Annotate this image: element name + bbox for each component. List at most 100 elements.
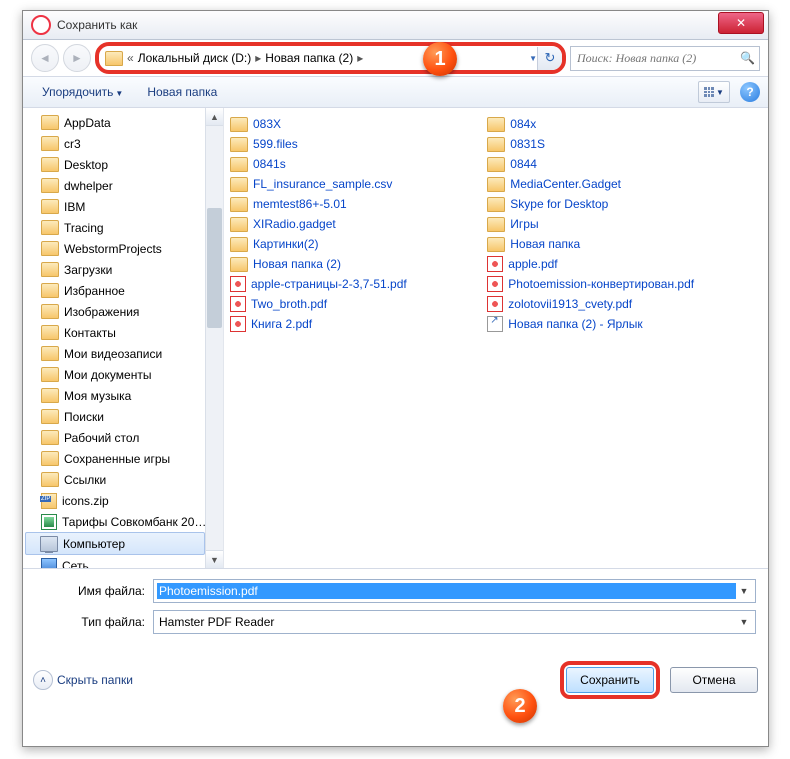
file-item[interactable]: Two_broth.pdf	[228, 294, 485, 314]
breadcrumb-seg-disk[interactable]: Локальный диск (D:)	[138, 51, 252, 65]
file-label[interactable]: Photoemission-конвертирован.pdf	[508, 277, 694, 291]
file-item[interactable]: 599.files	[228, 134, 485, 154]
tree-item[interactable]: Поиски	[23, 406, 223, 427]
file-label[interactable]: Skype for Desktop	[510, 197, 608, 211]
tree-item[interactable]: Загрузки	[23, 259, 223, 280]
organize-button[interactable]: Упорядочить▼	[31, 81, 134, 103]
chevron-down-icon[interactable]: ▼	[736, 617, 752, 627]
file-item[interactable]: 0841s	[228, 154, 485, 174]
file-label[interactable]: FL_insurance_sample.csv	[253, 177, 392, 191]
tree-item[interactable]: Контакты	[23, 322, 223, 343]
chevron-down-icon[interactable]: ▼	[736, 586, 752, 596]
file-label[interactable]: Новая папка	[510, 237, 580, 251]
file-item[interactable]: Книга 2.pdf	[228, 314, 485, 334]
breadcrumb[interactable]: « Локальный диск (D:) ▸ Новая папка (2) …	[99, 51, 525, 66]
close-button[interactable]: ✕	[718, 12, 764, 34]
file-label[interactable]: Картинки(2)	[253, 237, 319, 251]
search-box[interactable]: 🔍	[570, 46, 760, 71]
tree-item[interactable]: Избранное	[23, 280, 223, 301]
tree-scrollbar[interactable]: ▲ ▼	[205, 108, 223, 568]
tree-item[interactable]: Мои документы	[23, 364, 223, 385]
search-icon[interactable]: 🔍	[740, 51, 755, 65]
tree-item[interactable]: Сеть	[23, 555, 223, 568]
file-item[interactable]: Новая папка	[485, 234, 742, 254]
file-item[interactable]: Photoemission-конвертирован.pdf	[485, 274, 742, 294]
file-item[interactable]: apple.pdf	[485, 254, 742, 274]
file-label[interactable]: XIRadio.gadget	[253, 217, 336, 231]
tree-item[interactable]: Компьютер	[25, 532, 205, 555]
tree-item-label: Поиски	[64, 410, 104, 424]
new-folder-button[interactable]: Новая папка	[136, 81, 228, 103]
file-label[interactable]: apple.pdf	[508, 257, 557, 271]
file-item[interactable]: 083X	[228, 114, 485, 134]
nav-back-button[interactable]: ◄	[31, 44, 59, 72]
tree-item[interactable]: AppData	[23, 112, 223, 133]
file-label[interactable]: 0841s	[253, 157, 286, 171]
refresh-button[interactable]: ↻	[537, 47, 562, 70]
file-item[interactable]: Игры	[485, 214, 742, 234]
tree-item[interactable]: icons.zip	[23, 490, 223, 511]
tree-item[interactable]: Ссылки	[23, 469, 223, 490]
file-item[interactable]: 0831S	[485, 134, 742, 154]
file-item[interactable]: zolotovii1913_cvety.pdf	[485, 294, 742, 314]
tree-item[interactable]: IBM	[23, 196, 223, 217]
file-label[interactable]: 0831S	[510, 137, 545, 151]
filename-value[interactable]: Photoemission.pdf	[157, 583, 736, 599]
file-item[interactable]: 0844	[485, 154, 742, 174]
tree-item[interactable]: Tracing	[23, 217, 223, 238]
file-item[interactable]: 084x	[485, 114, 742, 134]
tree-item[interactable]: dwhelper	[23, 175, 223, 196]
filetype-field[interactable]: Hamster PDF Reader ▼	[153, 610, 756, 634]
file-label[interactable]: Игры	[510, 217, 538, 231]
file-label[interactable]: memtest86+-5.01	[253, 197, 347, 211]
view-button[interactable]: ▼	[698, 81, 730, 103]
tree-item[interactable]: Сохраненные игры	[23, 448, 223, 469]
tree-item[interactable]: cr3	[23, 133, 223, 154]
nav-tree[interactable]: AppDatacr3DesktopdwhelperIBMTracingWebst…	[23, 108, 224, 568]
tree-item[interactable]: Тарифы Совкомбанк 20…	[23, 511, 223, 532]
breadcrumb-seg-folder[interactable]: Новая папка (2)	[265, 51, 353, 65]
search-input[interactable]	[575, 50, 740, 67]
file-item[interactable]: MediaCenter.Gadget	[485, 174, 742, 194]
file-item[interactable]: XIRadio.gadget	[228, 214, 485, 234]
file-item[interactable]: Новая папка (2) - Ярлык	[485, 314, 742, 334]
file-label[interactable]: zolotovii1913_cvety.pdf	[508, 297, 632, 311]
file-label[interactable]: MediaCenter.Gadget	[510, 177, 621, 191]
scroll-up-button[interactable]: ▲	[206, 108, 223, 126]
cancel-button[interactable]: Отмена	[670, 667, 758, 693]
scroll-thumb[interactable]	[207, 208, 222, 328]
address-bar-highlight: « Локальный диск (D:) ▸ Новая папка (2) …	[95, 42, 566, 74]
scroll-down-button[interactable]: ▼	[206, 550, 223, 568]
file-label[interactable]: 0844	[510, 157, 537, 171]
tree-item[interactable]: WebstormProjects	[23, 238, 223, 259]
tree-item[interactable]: Изображения	[23, 301, 223, 322]
address-dropdown-icon[interactable]: ▼	[529, 54, 537, 63]
tree-item[interactable]: Desktop	[23, 154, 223, 175]
file-label[interactable]: 599.files	[253, 137, 298, 151]
file-item[interactable]: Skype for Desktop	[485, 194, 742, 214]
file-item[interactable]: apple-страницы-2-3,7-51.pdf	[228, 274, 485, 294]
filename-label: Имя файла:	[35, 584, 153, 598]
file-item[interactable]: FL_insurance_sample.csv	[228, 174, 485, 194]
hide-folders-button[interactable]: ˄ Скрыть папки	[33, 670, 133, 690]
file-label[interactable]: 084x	[510, 117, 536, 131]
file-list[interactable]: 083X 599.files 0841s FL_insurance_sample.cs…	[224, 108, 768, 568]
file-item[interactable]: memtest86+-5.01	[228, 194, 485, 214]
file-item[interactable]: Новая папка (2)	[228, 254, 485, 274]
tree-item[interactable]: Рабочий стол	[23, 427, 223, 448]
file-label[interactable]: Книга 2.pdf	[251, 317, 312, 331]
tree-item[interactable]: Моя музыка	[23, 385, 223, 406]
file-label[interactable]: Новая папка (2)	[253, 257, 341, 271]
file-label[interactable]: apple-страницы-2-3,7-51.pdf	[251, 277, 407, 291]
file-label[interactable]: 083X	[253, 117, 281, 131]
file-label[interactable]: Two_broth.pdf	[251, 297, 327, 311]
tree-item[interactable]: Мои видеозаписи	[23, 343, 223, 364]
file-label[interactable]: Новая папка (2) - Ярлык	[508, 317, 642, 331]
nav-forward-button[interactable]: ►	[63, 44, 91, 72]
folder-icon	[230, 257, 248, 272]
file-item[interactable]: Картинки(2)	[228, 234, 485, 254]
grid-icon	[704, 87, 714, 97]
help-button[interactable]: ?	[740, 82, 760, 102]
save-button[interactable]: Сохранить	[566, 667, 654, 693]
filename-field[interactable]: Photoemission.pdf ▼	[153, 579, 756, 603]
